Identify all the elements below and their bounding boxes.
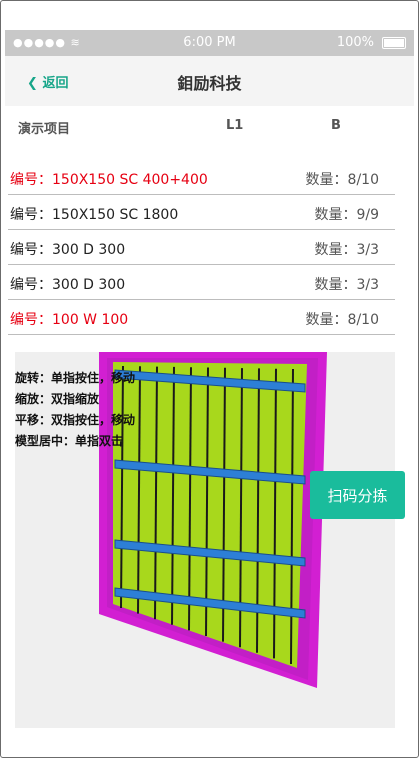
item-code: 编号：150X150 SC 1800 [10, 207, 179, 223]
item-quantity: 数量：8/10 [305, 172, 379, 188]
item-quantity: 数量：9/9 [314, 207, 379, 223]
item-quantity: 数量：8/10 [305, 312, 379, 328]
status-bar: ●●●●● ≋ 6:00 PM 100% [5, 30, 414, 56]
list-item[interactable]: 编号：150X150 SC 1800 数量：9/9 [8, 195, 395, 230]
battery-icon [382, 37, 406, 49]
list-item[interactable]: 编号：100 W 100 数量：8/10 [8, 300, 395, 335]
gesture-hint: 缩放：双指缩放 [15, 392, 100, 406]
gesture-hint: 平移：双指按住，移动 [15, 413, 136, 427]
list-item[interactable]: 编号：150X150 SC 400+400 数量：8/10 [8, 160, 395, 195]
column-l1: L1 [226, 118, 244, 133]
item-code: 编号：300 D 300 [10, 277, 126, 293]
list-item[interactable]: 编号：300 D 300 数量：3/3 [8, 230, 395, 265]
gesture-hints: 旋转：单指按住，移动 缩放：双指缩放平移：双指按住，移动 模型居中：单指双击 [15, 368, 135, 452]
page-title: 鉬励科技 [177, 74, 242, 93]
item-quantity: 数量：3/3 [314, 242, 379, 258]
item-quantity: 数量：3/3 [314, 277, 379, 293]
column-b: B [331, 118, 341, 133]
item-code: 编号：100 W 100 [10, 312, 129, 328]
battery-percent: 100% [336, 35, 374, 50]
item-list: 编号：150X150 SC 400+400 数量：8/10 编号：150X150 S… [8, 160, 395, 335]
nav-bar: ❮ 返回 鉬励科技 [5, 56, 414, 106]
gesture-hint: 模型居中：单指双击 [15, 434, 124, 448]
list-item[interactable]: 编号：300 D 300 数量：3/3 [8, 265, 395, 300]
project-name: 演示项目 [18, 122, 71, 137]
scan-sort-button[interactable]: 扫码分拣 [310, 471, 405, 519]
model-viewer[interactable]: 旋转：单指按住，移动 缩放：双指缩放平移：双指按住，移动 模型居中：单指双击 [15, 352, 395, 728]
item-code: 编号：300 D 300 [10, 242, 126, 258]
gesture-hint: 旋转：单指按住，移动 [15, 371, 136, 385]
item-code: 编号：150X150 SC 400+400 [10, 172, 208, 188]
